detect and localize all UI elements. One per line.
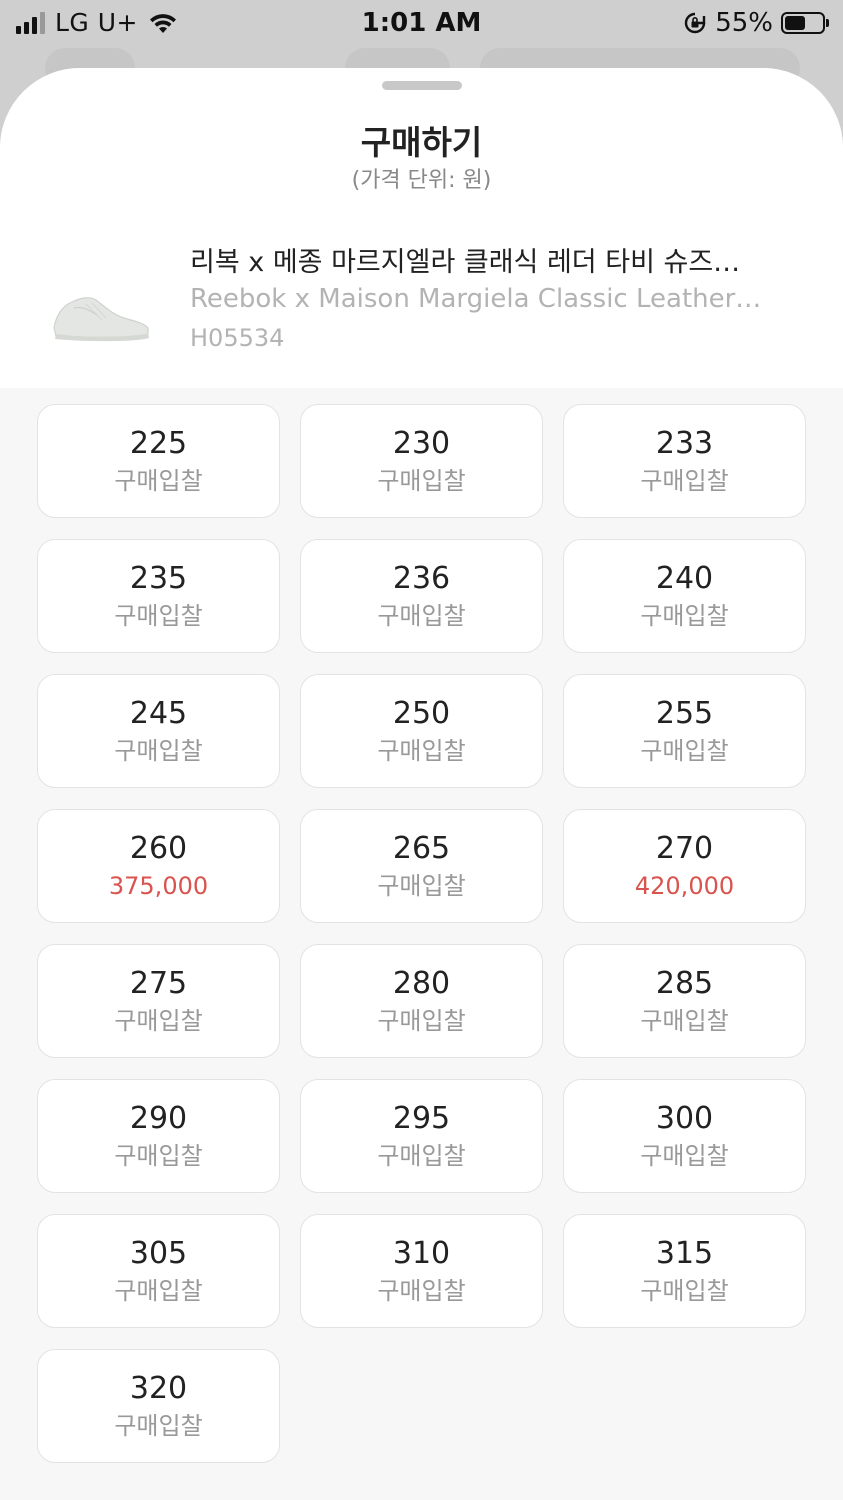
size-option-236[interactable]: 236 구매입찰: [300, 539, 543, 653]
size-option-305[interactable]: 305 구매입찰: [37, 1214, 280, 1328]
bid-label: 구매입찰: [377, 602, 466, 630]
bid-label: 구매입찰: [640, 737, 729, 765]
size-label: 295: [392, 1101, 451, 1136]
size-label: 245: [129, 696, 188, 731]
size-option-255[interactable]: 255 구매입찰: [563, 674, 806, 788]
status-right: 55%: [683, 8, 829, 38]
size-option-230[interactable]: 230 구매입찰: [300, 404, 543, 518]
size-option-310[interactable]: 310 구매입찰: [300, 1214, 543, 1328]
size-label: 250: [392, 696, 451, 731]
size-label: 260: [129, 831, 188, 866]
bid-label: 구매입찰: [377, 467, 466, 495]
battery-icon: [781, 12, 829, 34]
product-name-korean: 리복 x 메종 마르지엘라 클래식 레더 타비 슈즈…: [190, 247, 741, 278]
bid-label: 구매입찰: [640, 1277, 729, 1305]
size-price: 420,000: [634, 872, 735, 900]
size-option-280[interactable]: 280 구매입찰: [300, 944, 543, 1058]
bid-label: 구매입찰: [114, 737, 203, 765]
size-label: 280: [392, 966, 451, 1001]
size-option-245[interactable]: 245 구매입찰: [37, 674, 280, 788]
bid-label: 구매입찰: [114, 1142, 203, 1170]
bid-label: 구매입찰: [377, 737, 466, 765]
bid-label: 구매입찰: [640, 1007, 729, 1035]
purchase-sheet: 구매하기 (가격 단위: 원) 리복 x 메종 마르지엘라 클래식 레더 타비 …: [0, 68, 843, 1500]
size-label: 230: [392, 426, 451, 461]
size-option-290[interactable]: 290 구매입찰: [37, 1079, 280, 1193]
size-label: 315: [655, 1236, 714, 1271]
sheet-title: 구매하기: [360, 123, 483, 162]
size-option-250[interactable]: 250 구매입찰: [300, 674, 543, 788]
product-thumbnail: [53, 297, 149, 342]
size-label: 320: [129, 1371, 188, 1406]
size-label: 270: [655, 831, 714, 866]
bid-label: 구매입찰: [114, 467, 203, 495]
battery-percent: 55%: [715, 8, 773, 38]
bid-label: 구매입찰: [640, 467, 729, 495]
size-option-260[interactable]: 260 375,000: [37, 809, 280, 923]
product-name-english: Reebok x Maison Margiela Classic Leather…: [190, 284, 762, 314]
size-option-233[interactable]: 233 구매입찰: [563, 404, 806, 518]
size-label: 225: [129, 426, 188, 461]
size-option-300[interactable]: 300 구매입찰: [563, 1079, 806, 1193]
size-price: 375,000: [108, 872, 209, 900]
size-label: 300: [655, 1101, 714, 1136]
size-option-320[interactable]: 320 구매입찰: [37, 1349, 280, 1463]
size-label: 285: [655, 966, 714, 1001]
size-label: 240: [655, 561, 714, 596]
product-summary: 리복 x 메종 마르지엘라 클래식 레더 타비 슈즈… Reebok x Mai…: [0, 236, 843, 366]
size-label: 255: [655, 696, 714, 731]
size-option-235[interactable]: 235 구매입찰: [37, 539, 280, 653]
size-label: 235: [129, 561, 188, 596]
sheet-grabber-handle[interactable]: [382, 81, 462, 90]
bid-label: 구매입찰: [377, 1277, 466, 1305]
size-label: 265: [392, 831, 451, 866]
size-option-225[interactable]: 225 구매입찰: [37, 404, 280, 518]
size-label: 310: [392, 1236, 451, 1271]
bid-label: 구매입찰: [377, 1007, 466, 1035]
bid-label: 구매입찰: [114, 1007, 203, 1035]
size-option-275[interactable]: 275 구매입찰: [37, 944, 280, 1058]
battery-fill: [785, 16, 805, 30]
size-label: 233: [655, 426, 714, 461]
status-bar: LG U+ 1:01 AM 55%: [0, 0, 843, 48]
bid-label: 구매입찰: [640, 602, 729, 630]
bid-label: 구매입찰: [114, 1277, 203, 1305]
size-label: 275: [129, 966, 188, 1001]
product-model-code: H05534: [190, 324, 285, 352]
size-option-295[interactable]: 295 구매입찰: [300, 1079, 543, 1193]
size-label: 290: [129, 1101, 188, 1136]
bid-label: 구매입찰: [377, 1142, 466, 1170]
size-option-270[interactable]: 270 420,000: [563, 809, 806, 923]
rotation-lock-icon: [685, 12, 706, 34]
price-unit-note: (가격 단위: 원): [351, 168, 492, 193]
size-label: 236: [392, 561, 451, 596]
size-option-285[interactable]: 285 구매입찰: [563, 944, 806, 1058]
size-grid: 225 구매입찰 230 구매입찰 233 구매입찰 235 구매입찰 236 구매입찰 240 구매…: [37, 404, 806, 1463]
bid-label: 구매입찰: [114, 1412, 203, 1440]
bid-label: 구매입찰: [114, 602, 203, 630]
bid-label: 구매입찰: [640, 1142, 729, 1170]
sheet-header: 구매하기 (가격 단위: 원) 리복 x 메종 마르지엘라 클래식 레더 타비 …: [0, 68, 843, 388]
size-option-240[interactable]: 240 구매입찰: [563, 539, 806, 653]
bid-label: 구매입찰: [377, 872, 466, 900]
size-label: 305: [129, 1236, 188, 1271]
size-option-265[interactable]: 265 구매입찰: [300, 809, 543, 923]
size-option-315[interactable]: 315 구매입찰: [563, 1214, 806, 1328]
